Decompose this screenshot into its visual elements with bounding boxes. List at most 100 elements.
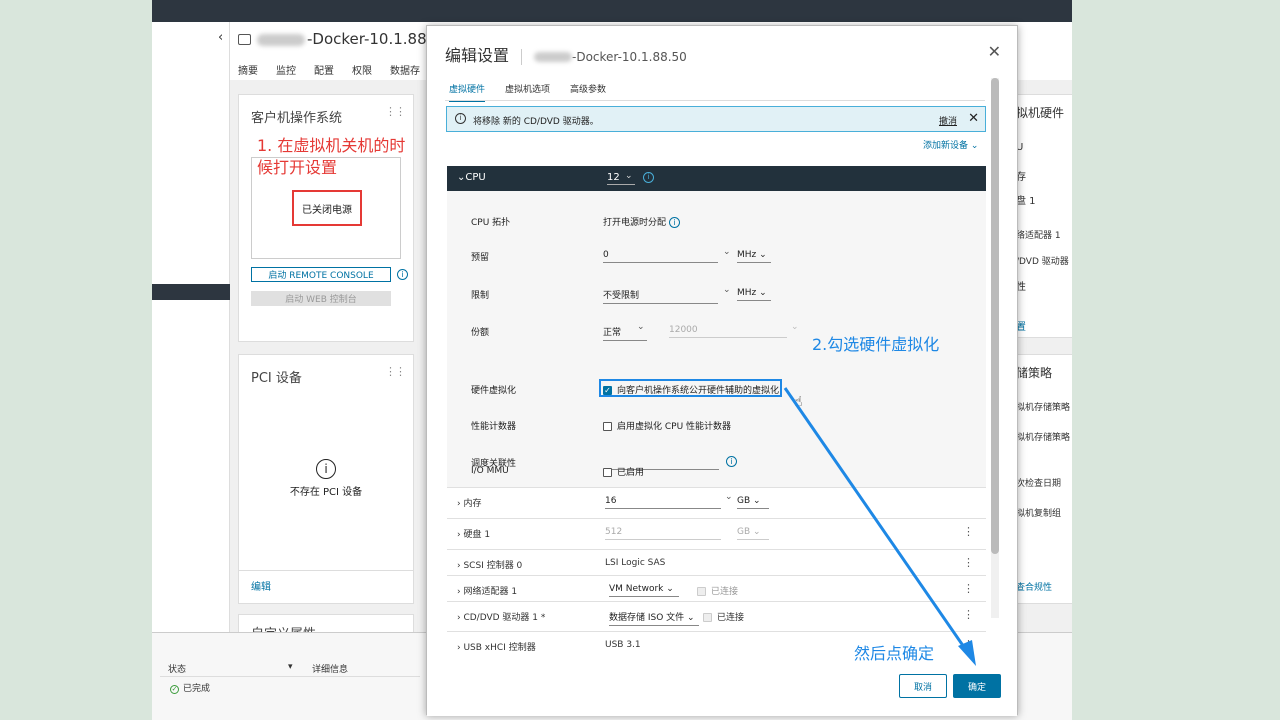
cddvd-select[interactable]: 数据存储 ISO 文件 ⌄ — [609, 610, 699, 626]
chevron-down-icon[interactable]: ⌄ — [723, 247, 731, 257]
checkbox-icon[interactable] — [697, 587, 706, 596]
chevron-down-icon[interactable]: ⌄ — [637, 322, 645, 332]
power-state-label: 已关闭电源 — [292, 190, 362, 226]
scrollbar[interactable] — [991, 78, 999, 618]
cpu-label-text: CPU — [465, 172, 486, 183]
network-label: › 网络适配器 1 — [457, 587, 518, 597]
info-icon[interactable]: i — [726, 456, 737, 467]
device-row-disk[interactable]: › 硬盘 1 512 GB ⌄ ⋮ — [447, 518, 986, 545]
redacted-name — [257, 33, 305, 46]
edit-settings-dialog: 编辑设置 -Docker-10.1.88.50 ✕ 虚拟硬件 虚拟机选项 高级参数… — [426, 25, 1018, 716]
more-options-icon[interactable]: ⋮ — [963, 525, 974, 538]
annotation-step2: 2.勾选硬件虚拟化 — [812, 335, 940, 354]
tab-vm-options[interactable]: 虚拟机选项 — [505, 82, 550, 102]
selected-inventory-item[interactable] — [152, 284, 230, 300]
vm-header: -Docker-10.1.88.50 — [238, 30, 451, 48]
drag-handle-icon[interactable]: ⋮⋮ — [385, 365, 406, 378]
close-icon[interactable]: ✕ — [988, 42, 1001, 61]
memory-input[interactable]: 16 — [605, 496, 721, 509]
usb-label-text: USB xHCI 控制器 — [463, 643, 536, 653]
scrollbar-thumb[interactable] — [991, 78, 999, 554]
guest-os-card: 客户机操作系统 ⋮⋮ 已关闭电源 启动 REMOTE CONSOLE i 启动 … — [238, 94, 414, 342]
cpu-topology-text: 打开电源时分配 — [603, 218, 667, 228]
info-icon[interactable]: i — [643, 172, 654, 183]
limit-unit-select[interactable]: MHz ⌄ — [737, 288, 771, 301]
check-compliance-link[interactable]: 查合规性 — [1016, 580, 1052, 593]
chevron-down-icon[interactable]: ⌄ — [723, 285, 731, 295]
undo-link[interactable]: 撤消 — [939, 114, 957, 127]
perf-counters-option: 启用虚拟化 CPU 性能计数器 — [617, 422, 732, 432]
storage-row-1: 拟机存储策略 — [1016, 403, 1071, 413]
drag-handle-icon[interactable]: ⋮⋮ — [385, 105, 406, 118]
perf-counters-checkbox[interactable]: 启用虚拟化 CPU 性能计数器 — [603, 419, 731, 432]
empty-state: i 不存在 PCI 设备 — [239, 459, 413, 498]
disk-label: › 硬盘 1 — [457, 530, 491, 540]
reservation-unit-select[interactable]: MHz ⌄ — [737, 250, 771, 263]
checkbox-checked-icon[interactable]: ✓ — [603, 386, 612, 395]
scsi-label: › SCSI 控制器 0 — [457, 561, 523, 571]
limit-label: 限制 — [471, 291, 490, 301]
tab-advanced-params[interactable]: 高级参数 — [570, 82, 606, 102]
ok-button[interactable]: 确定 — [953, 674, 1001, 698]
device-row-scsi[interactable]: › SCSI 控制器 0 LSI Logic SAS ⋮ — [447, 549, 986, 576]
scsi-label-text: SCSI 控制器 0 — [463, 561, 523, 571]
dialog-footer: 取消 确定 — [427, 664, 1017, 716]
checkbox-icon[interactable] — [703, 613, 712, 622]
launch-web-console-button[interactable]: 启动 WEB 控制台 — [251, 291, 391, 306]
reservation-input[interactable]: 0 — [603, 250, 718, 263]
device-row-network[interactable]: › 网络适配器 1 VM Network ⌄ 已连接 ⋮ — [447, 575, 986, 602]
checkbox-icon[interactable] — [603, 468, 612, 477]
col-details[interactable]: 详细信息 — [312, 662, 348, 675]
network-select[interactable]: VM Network ⌄ — [609, 584, 679, 597]
shares-value-input[interactable]: 12000 — [669, 325, 787, 338]
alert-text: 将移除 新的 CD/DVD 驱动器。 — [473, 117, 599, 127]
info-icon[interactable]: i — [397, 269, 408, 280]
checkbox-icon[interactable] — [603, 422, 612, 431]
limit-input[interactable]: 不受限制 — [603, 288, 718, 304]
storage-row-2: 拟机存储策略 — [1016, 433, 1071, 443]
add-device-label: 添加新设备 — [923, 141, 969, 151]
cpu-topology-value: 打开电源时分配 i — [603, 215, 680, 228]
tasks-header: 状态 ▾ 详细信息 — [160, 659, 420, 677]
chevron-down-icon[interactable]: ⌄ — [725, 492, 733, 502]
more-options-icon[interactable]: ⋮ — [963, 556, 974, 569]
iommu-checkbox[interactable]: 已启用 — [603, 465, 644, 478]
memory-unit: GB — [737, 496, 751, 506]
dialog-tabs: 虚拟硬件 虚拟机选项 高级参数 — [449, 82, 606, 102]
tab-virtual-hardware[interactable]: 虚拟硬件 — [449, 82, 486, 102]
annotation-step1: 1. 在虚拟机关机的时候打开设置 — [257, 135, 417, 179]
divider — [445, 100, 985, 101]
info-alert: i 将移除 新的 CD/DVD 驱动器。 撤消 ✕ — [446, 106, 986, 132]
cddvd-connected-label: 已连接 — [717, 613, 745, 623]
hw-nic: 络适配器 1 — [1016, 231, 1061, 241]
network-value: VM Network — [609, 584, 664, 594]
hw-virtualization-option: 向客户机操作系统公开硬件辅助的虚拟化 — [617, 386, 780, 396]
cddvd-connected-checkbox[interactable]: 已连接 — [703, 610, 744, 623]
hw-virtualization-checkbox[interactable]: ✓ 向客户机操作系统公开硬件辅助的虚拟化 — [599, 379, 782, 397]
filter-icon[interactable]: ▾ — [288, 662, 293, 672]
launch-remote-console-button[interactable]: 启动 REMOTE CONSOLE — [251, 267, 391, 282]
collapse-icon[interactable]: ‹ — [218, 30, 223, 45]
edit-link[interactable]: 编辑 — [251, 578, 271, 593]
network-connected-checkbox[interactable]: 已连接 — [697, 584, 738, 597]
info-icon[interactable]: i — [668, 217, 680, 228]
storage-row-3: 次检查日期 — [1016, 479, 1062, 489]
cpu-section-header[interactable]: ⌄CPU 12 ⌄ i — [447, 166, 986, 191]
reservation-unit: MHz — [737, 250, 757, 260]
reservation-label: 预留 — [471, 253, 490, 263]
close-icon[interactable]: ✕ — [968, 111, 979, 126]
device-row-cddvd[interactable]: › CD/DVD 驱动器 1 * 数据存储 ISO 文件 ⌄ 已连接 ⋮ — [447, 601, 986, 628]
col-status[interactable]: 状态 — [168, 662, 186, 675]
scsi-value: LSI Logic SAS — [605, 558, 666, 568]
cpu-label: ⌄CPU — [457, 172, 486, 183]
more-options-icon[interactable]: ⋮ — [963, 608, 974, 621]
more-options-icon[interactable]: ⋮ — [963, 638, 974, 651]
memory-unit-select[interactable]: GB ⌄ — [737, 496, 769, 509]
cancel-button[interactable]: 取消 — [899, 674, 947, 698]
cddvd-label-text: CD/DVD 驱动器 1 * — [463, 613, 546, 623]
chevron-down-icon[interactable]: ⌄ — [625, 171, 633, 181]
more-options-icon[interactable]: ⋮ — [963, 582, 974, 595]
divider — [521, 48, 523, 65]
device-row-memory[interactable]: › 内存 16 ⌄ GB ⌄ — [447, 487, 986, 514]
add-new-device-button[interactable]: 添加新设备 ⌄ — [923, 138, 978, 151]
